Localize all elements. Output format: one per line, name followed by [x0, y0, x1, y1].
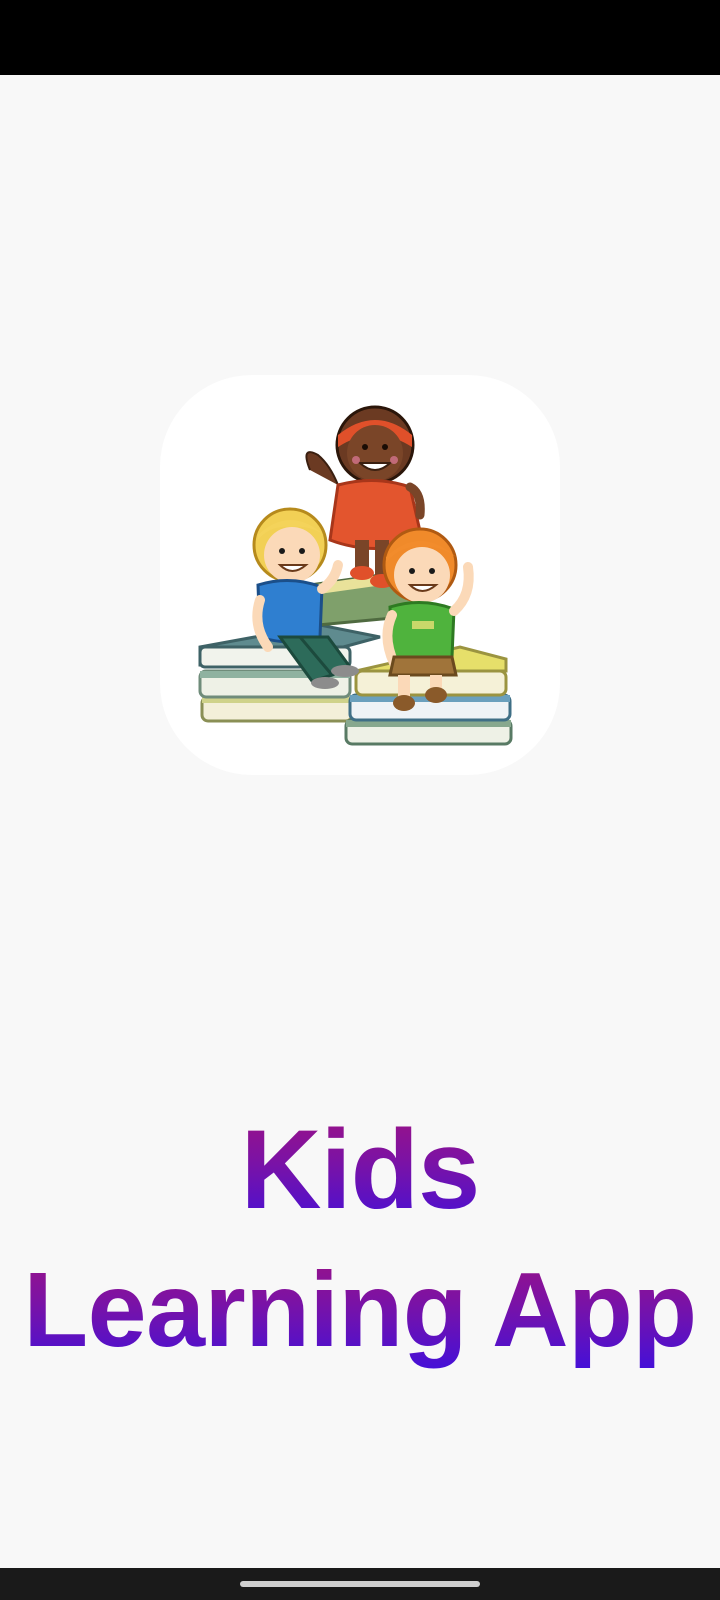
- system-navigation-bar: [0, 1568, 720, 1600]
- app-title-line-1: Kids: [0, 1100, 720, 1240]
- splash-screen: Kids Learning App: [0, 75, 720, 1568]
- status-bar: [0, 0, 720, 75]
- app-title-line-2: Learning App: [0, 1240, 720, 1380]
- kids-on-books-illustration-icon: [198, 405, 513, 746]
- home-gesture-handle[interactable]: [240, 1581, 480, 1587]
- app-title: Kids Learning App: [0, 1100, 720, 1380]
- app-logo-card: [160, 375, 560, 775]
